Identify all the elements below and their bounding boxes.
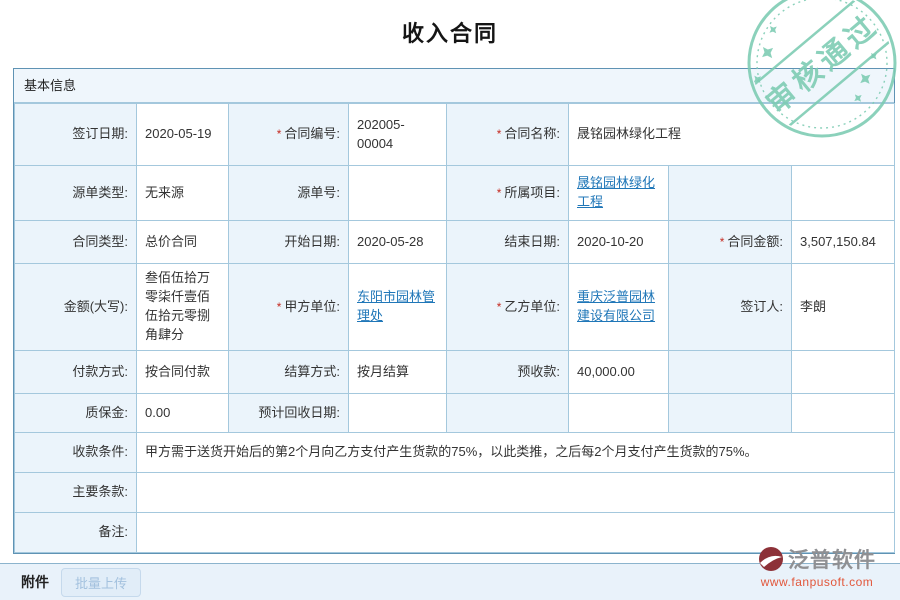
row-3: 合同类型: 总价合同 开始日期: 2020-05-28 结束日期: 2020-1… xyxy=(15,221,895,264)
party-b-value: 重庆泛普园林建设有限公司 xyxy=(569,264,669,351)
party-a-value: 东阳市园林管理处 xyxy=(349,264,447,351)
expected-recovery-date-value xyxy=(349,394,447,433)
empty-value-cell xyxy=(792,394,895,433)
party-a-label: *甲方单位: xyxy=(229,264,349,351)
advance-payment-value: 40,000.00 xyxy=(569,351,669,394)
contract-type-label: 合同类型: xyxy=(15,221,137,264)
required-marker: * xyxy=(720,235,725,249)
sign-date-value: 2020-05-19 xyxy=(137,104,229,166)
page-title: 收入合同 xyxy=(0,16,900,48)
basic-info-panel: 基本信息 签订日期: 2020-05-19 *合同编号: 202005-0000… xyxy=(13,68,895,554)
required-marker: * xyxy=(277,127,282,141)
party-a-link[interactable]: 东阳市园林管理处 xyxy=(357,289,435,323)
source-type-label: 源单类型: xyxy=(15,166,137,221)
row-5: 付款方式: 按合同付款 结算方式: 按月结算 预收款: 40,000.00 xyxy=(15,351,895,394)
advance-payment-label: 预收款: xyxy=(447,351,569,394)
source-no-label: 源单号: xyxy=(229,166,349,221)
expected-recovery-date-label: 预计回收日期: xyxy=(229,394,349,433)
vendor-watermark: 泛普软件 www.fanpusoft.com xyxy=(739,544,895,589)
main-terms-value xyxy=(137,473,895,513)
receipt-terms-label: 收款条件: xyxy=(15,433,137,473)
contract-no-value: 202005-00004 xyxy=(349,104,447,166)
empty-value-cell xyxy=(569,394,669,433)
party-b-link[interactable]: 重庆泛普园林建设有限公司 xyxy=(577,289,655,323)
empty-label-cell xyxy=(669,166,792,221)
source-no-value xyxy=(349,166,447,221)
end-date-label: 结束日期: xyxy=(447,221,569,264)
receipt-terms-value: 甲方需于送货开始后的第2个月向乙方支付产生货款的75%，以此类推，之后每2个月支… xyxy=(137,433,895,473)
project-link[interactable]: 晟铭园林绿化工程 xyxy=(577,175,655,209)
project-value: 晟铭园林绿化工程 xyxy=(569,166,669,221)
required-marker: * xyxy=(497,300,502,314)
empty-value-cell xyxy=(792,166,895,221)
row-1: 签订日期: 2020-05-19 *合同编号: 202005-00004 *合同… xyxy=(15,104,895,166)
section-header-basic-info: 基本信息 xyxy=(14,69,894,103)
warranty-deposit-label: 质保金: xyxy=(15,394,137,433)
row-6: 质保金: 0.00 预计回收日期: xyxy=(15,394,895,433)
contract-amount-value: 3,507,150.84 xyxy=(792,221,895,264)
attachment-label: 附件 xyxy=(21,572,49,592)
required-marker: * xyxy=(497,186,502,200)
empty-label-cell xyxy=(447,394,569,433)
party-b-label: *乙方单位: xyxy=(447,264,569,351)
start-date-value: 2020-05-28 xyxy=(349,221,447,264)
fanpu-logo-icon xyxy=(758,546,784,572)
warranty-deposit-value: 0.00 xyxy=(137,394,229,433)
settlement-method-value: 按月结算 xyxy=(349,351,447,394)
empty-value-cell xyxy=(792,351,895,394)
row-4: 金额(大写): 叁佰伍拾万零柒仟壹佰伍拾元零捌角肆分 *甲方单位: 东阳市园林管… xyxy=(15,264,895,351)
payment-method-label: 付款方式: xyxy=(15,351,137,394)
amount-in-words-value: 叁佰伍拾万零柒仟壹佰伍拾元零捌角肆分 xyxy=(137,264,229,351)
settlement-method-label: 结算方式: xyxy=(229,351,349,394)
required-marker: * xyxy=(497,127,502,141)
contract-fields-table: 签订日期: 2020-05-19 *合同编号: 202005-00004 *合同… xyxy=(14,103,895,553)
contract-name-value: 晟铭园林绿化工程 xyxy=(569,104,895,166)
remarks-label: 备注: xyxy=(15,513,137,553)
main-terms-label: 主要条款: xyxy=(15,473,137,513)
contract-type-value: 总价合同 xyxy=(137,221,229,264)
amount-in-words-label: 金额(大写): xyxy=(15,264,137,351)
sign-date-label: 签订日期: xyxy=(15,104,137,166)
empty-label-cell xyxy=(669,351,792,394)
signer-value: 李朗 xyxy=(792,264,895,351)
empty-label-cell xyxy=(669,394,792,433)
batch-upload-button[interactable]: 批量上传 xyxy=(61,568,141,597)
signer-label: 签订人: xyxy=(669,264,792,351)
project-label: *所属项目: xyxy=(447,166,569,221)
row-7: 收款条件: 甲方需于送货开始后的第2个月向乙方支付产生货款的75%，以此类推，之… xyxy=(15,433,895,473)
required-marker: * xyxy=(277,300,282,314)
end-date-value: 2020-10-20 xyxy=(569,221,669,264)
stamp-star-icon xyxy=(868,50,880,62)
watermark-brand: 泛普软件 xyxy=(788,544,876,574)
start-date-label: 开始日期: xyxy=(229,221,349,264)
watermark-url: www.fanpusoft.com xyxy=(739,575,895,589)
row-2: 源单类型: 无来源 源单号: *所属项目: 晟铭园林绿化工程 xyxy=(15,166,895,221)
income-contract-page: 收入合同 基本信息 签订日期: 2020-05-19 *合同编号: 202005… xyxy=(0,0,900,600)
contract-amount-label: *合同金额: xyxy=(669,221,792,264)
contract-no-label: *合同编号: xyxy=(229,104,349,166)
payment-method-value: 按合同付款 xyxy=(137,351,229,394)
contract-name-label: *合同名称: xyxy=(447,104,569,166)
row-8: 主要条款: xyxy=(15,473,895,513)
source-type-value: 无来源 xyxy=(137,166,229,221)
